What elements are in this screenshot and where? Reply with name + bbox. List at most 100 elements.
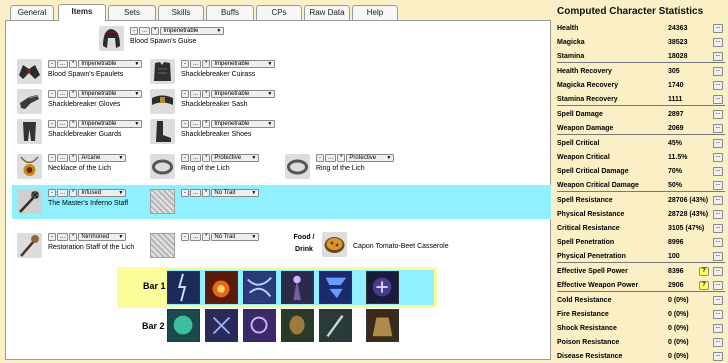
tornado-skill-icon[interactable] (319, 271, 352, 304)
mage-skill-icon[interactable] (281, 271, 314, 304)
stat-details-button[interactable]: ... (713, 167, 723, 176)
feet-trait-select[interactable]: Impenetrable ▼ (211, 120, 276, 128)
more-button[interactable]: ... (190, 60, 202, 68)
gloves-icon[interactable] (17, 89, 42, 114)
more-button[interactable]: ... (57, 233, 69, 241)
enchant-button[interactable]: * (202, 233, 211, 241)
more-button[interactable]: ... (190, 120, 202, 128)
remove-button[interactable]: - (48, 120, 56, 128)
enchant-button[interactable]: * (151, 27, 160, 35)
waist-trait-select[interactable]: Impenetrable ▼ (211, 90, 276, 98)
inferno-staff-icon[interactable] (17, 189, 42, 214)
enchant-button[interactable]: * (69, 60, 78, 68)
food-item-name[interactable]: Capon Tomato-Beet Casserole (353, 243, 449, 250)
remove-button[interactable]: - (48, 233, 56, 241)
stat-details-button[interactable]: ... (713, 196, 723, 205)
mask-skill-icon[interactable] (281, 309, 314, 342)
belt-icon[interactable] (150, 89, 175, 114)
stat-details-button[interactable]: ... (713, 210, 723, 219)
remove-button[interactable]: - (181, 120, 189, 128)
shoulders-item-name[interactable]: Blood Spawn's Epaulets (48, 71, 123, 78)
ring1-item-name[interactable]: Ring of the Lich (181, 165, 230, 172)
tab-cps[interactable]: CPs (256, 5, 302, 20)
stat-details-button[interactable]: ... (713, 95, 723, 104)
more-button[interactable]: ... (190, 154, 202, 162)
enchant-button[interactable]: * (337, 154, 346, 162)
healing-orb-skill-icon[interactable] (167, 309, 200, 342)
head-item-name[interactable]: Blood Spawn's Guise (130, 38, 196, 45)
stat-details-button[interactable]: ... (713, 224, 723, 233)
fire-skill-icon[interactable] (205, 271, 238, 304)
ring1-trait-select[interactable]: Protective ▼ (211, 154, 260, 162)
enchant-button[interactable]: * (202, 120, 211, 128)
tab-raw-data[interactable]: Raw Data (304, 5, 350, 20)
stat-details-button[interactable]: ... (713, 338, 723, 347)
ring-icon[interactable] (150, 154, 175, 179)
neck-trait-select[interactable]: Arcane ▼ (78, 154, 127, 162)
remove-button[interactable]: - (181, 154, 189, 162)
stat-details-button[interactable]: ... (713, 24, 723, 33)
off-hand1-trait-select[interactable]: No Trait ▼ (211, 189, 260, 197)
arcane-skill-icon[interactable] (243, 309, 276, 342)
ring2-item-name[interactable]: Ring of the Lich (316, 165, 365, 172)
remove-button[interactable]: - (48, 90, 56, 98)
necklace-icon[interactable] (17, 154, 42, 179)
remove-button[interactable]: - (181, 233, 189, 241)
stat-details-button[interactable]: ... (713, 52, 723, 61)
tab-skills[interactable]: Skills (158, 5, 204, 20)
ultimate-skill-icon[interactable] (366, 271, 399, 304)
staff-skill-icon[interactable] (319, 309, 352, 342)
stat-details-button[interactable]: ... (713, 238, 723, 247)
enchant-button[interactable]: * (69, 154, 78, 162)
shoulders-trait-select[interactable]: Impenetrable ▼ (78, 60, 143, 68)
stat-details-button[interactable]: ... (713, 139, 723, 148)
stat-details-button[interactable]: ... (713, 67, 723, 76)
restoration-staff-icon[interactable] (17, 233, 42, 258)
helmet-icon[interactable] (99, 26, 124, 51)
enchant-button[interactable]: * (202, 154, 211, 162)
more-button[interactable]: ... (57, 60, 69, 68)
head-trait-select[interactable]: Impenetrable ▼ (160, 27, 225, 35)
stat-help-button[interactable]: ? (699, 267, 709, 276)
stat-details-button[interactable]: ... (713, 281, 723, 290)
stat-details-button[interactable]: ... (713, 324, 723, 333)
stat-details-button[interactable]: ... (713, 153, 723, 162)
main-hand1-trait-select[interactable]: Infused ▼ (78, 189, 127, 197)
enchant-button[interactable]: * (69, 120, 78, 128)
enchant-button[interactable]: * (202, 189, 211, 197)
remove-button[interactable]: - (181, 60, 189, 68)
more-button[interactable]: ... (57, 189, 69, 197)
remove-button[interactable]: - (130, 27, 138, 35)
tab-sets[interactable]: Sets (108, 5, 156, 20)
enchant-button[interactable]: * (69, 90, 78, 98)
feet-item-name[interactable]: Shacklebreaker Shoes (181, 131, 251, 138)
stat-details-button[interactable]: ... (713, 267, 723, 276)
main-hand2-item-name[interactable]: Restoration Staff of the Lich (48, 244, 134, 251)
remove-button[interactable]: - (316, 154, 324, 162)
remove-button[interactable]: - (48, 60, 56, 68)
stat-details-button[interactable]: ... (713, 252, 723, 261)
storm-skill-icon[interactable] (243, 271, 276, 304)
more-button[interactable]: ... (190, 90, 202, 98)
more-button[interactable]: ... (139, 27, 151, 35)
more-button[interactable]: ... (190, 233, 202, 241)
chest-armor-icon[interactable] (150, 59, 175, 84)
tab-buffs[interactable]: Buffs (206, 5, 254, 20)
leg-armor-icon[interactable] (17, 119, 42, 144)
tab-help[interactable]: Help (352, 5, 398, 20)
chest-trait-select[interactable]: Impenetrable ▼ (211, 60, 276, 68)
enchant-button[interactable]: * (202, 60, 211, 68)
stat-details-button[interactable]: ... (713, 352, 723, 361)
more-button[interactable]: ... (57, 90, 69, 98)
stat-details-button[interactable]: ... (713, 124, 723, 133)
legs-trait-select[interactable]: Impenetrable ▼ (78, 120, 143, 128)
legs-item-name[interactable]: Shacklebreaker Guards (48, 131, 122, 138)
boots-icon[interactable] (150, 119, 175, 144)
ring2-trait-select[interactable]: Protective ▼ (346, 154, 395, 162)
hands-trait-select[interactable]: Impenetrable ▼ (78, 90, 143, 98)
remove-button[interactable]: - (181, 90, 189, 98)
lightning-skill-icon[interactable] (167, 271, 200, 304)
remove-button[interactable]: - (48, 189, 56, 197)
off-hand2-trait-select[interactable]: No Trait ▼ (211, 233, 260, 241)
more-button[interactable]: ... (325, 154, 337, 162)
